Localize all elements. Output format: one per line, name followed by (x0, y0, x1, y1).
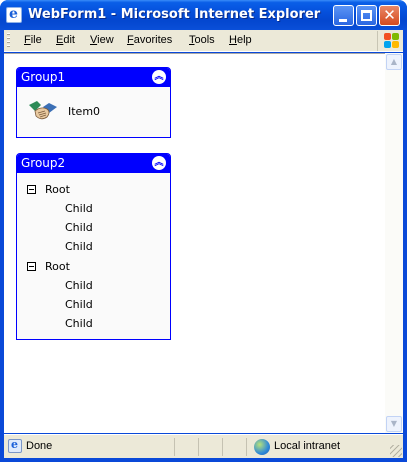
collapse-node-icon[interactable] (27, 262, 36, 271)
group-header-2[interactable]: Group2 ︽ (17, 154, 170, 173)
group-panel-1: Group1 ︽ Item0 (16, 67, 171, 138)
tree-node-child[interactable]: Child (65, 279, 93, 292)
collapse-icon[interactable]: ︽ (152, 70, 166, 84)
group-header-1[interactable]: Group1 ︽ (17, 68, 170, 87)
maximize-icon (361, 10, 372, 21)
group-title: Group1 (21, 70, 66, 84)
ie-app-icon[interactable]: e (6, 6, 22, 23)
status-text: Done (26, 440, 53, 452)
window-title: WebForm1 - Microsoft Internet Explorer (28, 7, 321, 22)
handshake-icon (29, 101, 57, 120)
menu-help[interactable]: Help (229, 34, 252, 46)
toolbar-grip-icon[interactable] (7, 33, 10, 49)
status-pane (222, 438, 223, 456)
maximize-button[interactable] (356, 5, 377, 26)
status-pane (198, 438, 199, 456)
close-icon: ✕ (383, 6, 396, 24)
tree-node-child[interactable]: Child (65, 298, 93, 311)
menu-view[interactable]: View (90, 34, 114, 46)
status-bar: e Done Local intranet (4, 434, 403, 458)
menu-favorites[interactable]: Favorites (127, 34, 172, 46)
menu-bar: File Edit View Favorites Tools Help (4, 30, 403, 52)
scroll-down-icon[interactable]: ▼ (386, 416, 402, 432)
tree-node-root[interactable]: Root (45, 183, 70, 196)
collapse-icon[interactable]: ︽ (152, 156, 166, 170)
scroll-up-icon[interactable]: ▲ (386, 54, 402, 70)
windows-logo-icon (377, 31, 399, 51)
intranet-zone-icon (254, 439, 270, 455)
close-button[interactable]: ✕ (379, 5, 400, 26)
menu-file[interactable]: File (24, 34, 42, 46)
security-zone-label[interactable]: Local intranet (274, 440, 340, 452)
tree-node-root[interactable]: Root (45, 260, 70, 273)
collapse-node-icon[interactable] (27, 185, 36, 194)
resize-grip-icon[interactable] (390, 445, 402, 457)
vertical-scrollbar[interactable]: ▲ ▼ (385, 53, 403, 433)
tree-node-child[interactable]: Child (65, 317, 93, 330)
status-pane (246, 438, 247, 456)
item-label: Item0 (68, 105, 101, 118)
tree-node-child[interactable]: Child (65, 202, 93, 215)
minimize-icon (339, 19, 347, 22)
menu-tools[interactable]: Tools (189, 34, 215, 46)
tree-view: Root Child Child Child Root Child Child … (17, 173, 170, 339)
tree-node-child[interactable]: Child (65, 221, 93, 234)
group-title: Group2 (21, 156, 66, 170)
tree-node-child[interactable]: Child (65, 240, 93, 253)
menu-edit[interactable]: Edit (56, 34, 75, 46)
page-content: Group1 ︽ Item0 Group2 ︽ Root Child Child… (4, 53, 385, 433)
minimize-button[interactable] (333, 5, 354, 26)
page-status-icon: e (8, 438, 22, 453)
group-panel-2: Group2 ︽ Root Child Child Child Root Chi… (16, 153, 171, 340)
title-bar[interactable]: e WebForm1 - Microsoft Internet Explorer… (0, 0, 407, 30)
group-body-1: Item0 (17, 87, 170, 137)
status-pane (174, 438, 175, 456)
browser-window: e WebForm1 - Microsoft Internet Explorer… (0, 0, 407, 462)
